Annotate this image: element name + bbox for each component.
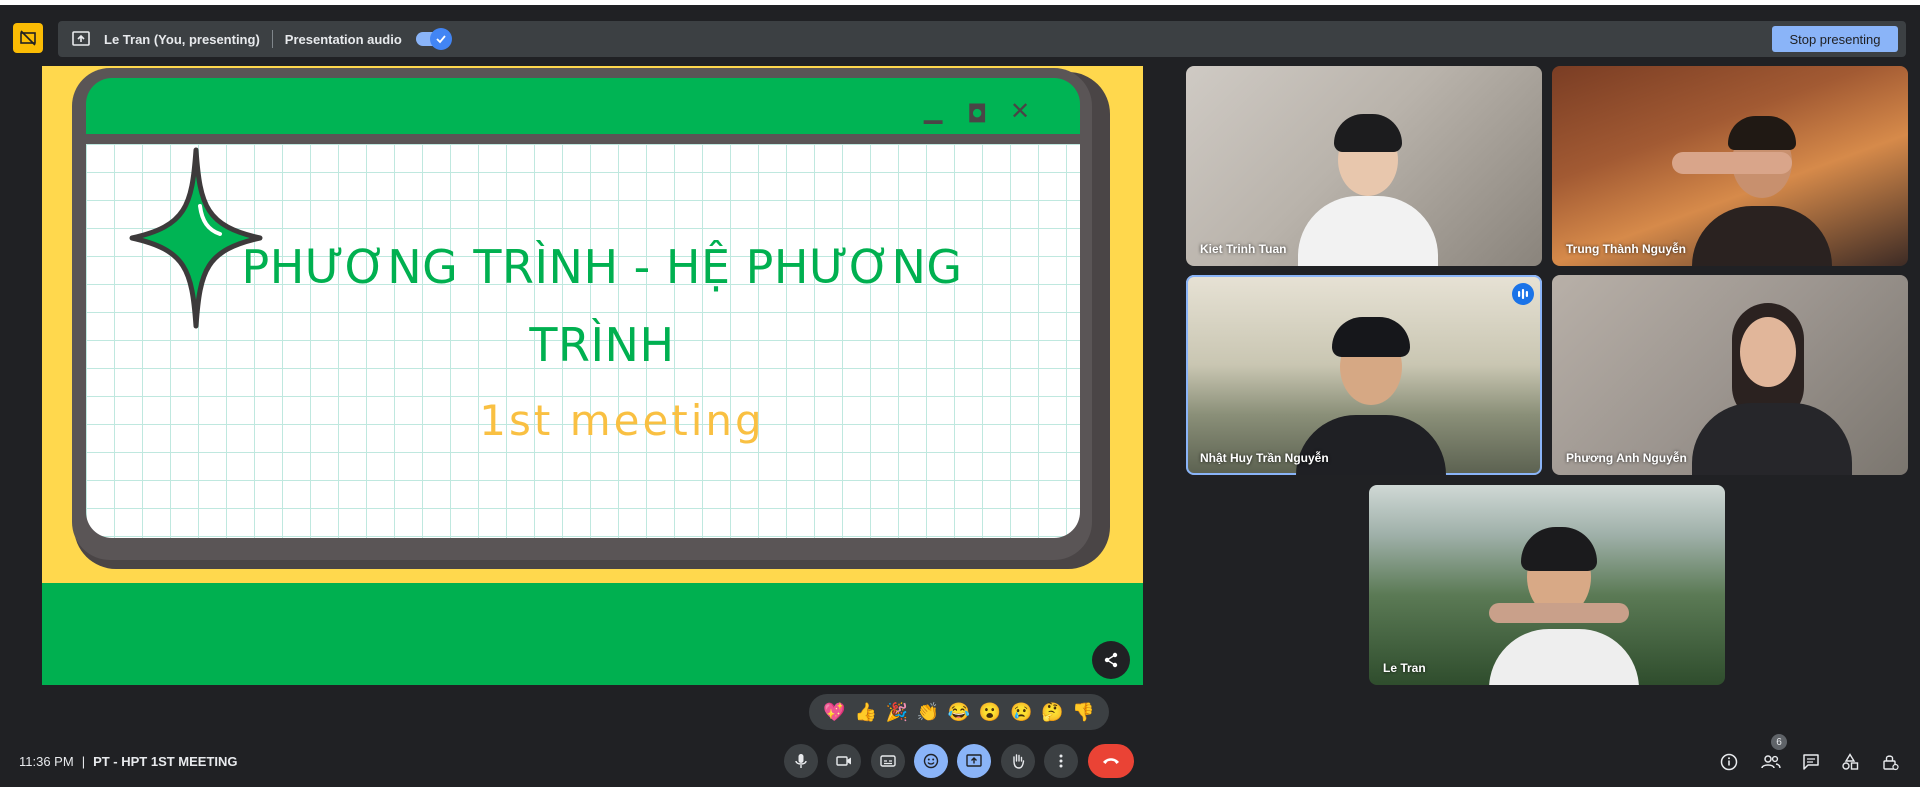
participant-name: Trung Thành Nguyễn <box>1566 242 1686 256</box>
presentation-audio-label: Presentation audio <box>284 31 402 47</box>
present-icon <box>966 754 982 767</box>
divider <box>271 30 273 48</box>
present-screen-icon <box>70 28 92 50</box>
presenting-info-panel: Le Tran (You, presenting) Presentation a… <box>58 21 1906 57</box>
stop-presenting-button[interactable]: Stop presenting <box>1772 26 1898 52</box>
participant-name: Le Tran <box>1383 661 1426 675</box>
participant-video <box>1479 521 1639 685</box>
mic-button[interactable] <box>784 744 818 778</box>
info-icon[interactable] <box>1717 750 1741 774</box>
presenting-bar: Le Tran (You, presenting) Presentation a… <box>0 5 1920 63</box>
participant-count-badge: 6 <box>1771 734 1787 750</box>
maximize-icon: ◘ <box>967 100 988 128</box>
captions-icon <box>880 755 896 767</box>
participant-video <box>1682 293 1852 475</box>
presentation-off-icon[interactable] <box>13 23 43 53</box>
slide-title: PHƯƠNG TRÌNH - HỆ PHƯƠNG TRÌNH <box>232 228 972 384</box>
reaction-thumbs-down[interactable]: 👎 <box>1070 702 1096 723</box>
people-icon[interactable] <box>1759 750 1783 774</box>
more-options-button[interactable] <box>1044 744 1078 778</box>
participant-tile[interactable]: Trung Thành Nguyễn <box>1552 66 1908 266</box>
chat-icon[interactable] <box>1799 750 1823 774</box>
host-controls-icon[interactable] <box>1878 750 1902 774</box>
reaction-clap[interactable]: 👏 <box>915 702 941 723</box>
emoji-button[interactable] <box>914 744 948 778</box>
presentation-audio-toggle[interactable] <box>415 28 452 50</box>
slide-title-line1: PHƯƠNG TRÌNH - HỆ PHƯƠNG <box>241 240 963 294</box>
reaction-party[interactable]: 🎉 <box>884 702 910 723</box>
participant-tile[interactable]: Phương Anh Nguyễn <box>1552 275 1908 475</box>
check-icon <box>429 28 452 50</box>
meeting-time: 11:36 PM <box>19 754 74 769</box>
participant-tile-active[interactable]: Nhật Huy Trần Nguyễn <box>1186 275 1542 475</box>
share-button[interactable] <box>1092 641 1130 679</box>
reaction-surprised[interactable]: 😮 <box>977 702 1003 723</box>
reaction-laugh[interactable]: 😂 <box>946 702 972 723</box>
participant-tile[interactable]: Kiet Trinh Tuan <box>1186 66 1542 266</box>
meeting-info: 11:36 PM | PT - HPT 1ST MEETING <box>19 754 238 769</box>
slide-subtitle: 1st meeting <box>479 396 765 445</box>
reaction-heart[interactable]: 💖 <box>822 702 848 723</box>
divider: | <box>81 754 86 769</box>
camera-button[interactable] <box>827 744 861 778</box>
slide-title-line2: TRÌNH <box>529 318 675 372</box>
participant-video <box>1298 96 1438 266</box>
meeting-title: PT - HPT 1ST MEETING <box>93 754 238 769</box>
captions-button[interactable] <box>871 744 905 778</box>
present-button[interactable] <box>957 744 991 778</box>
camera-icon <box>836 756 851 766</box>
close-icon: ✕ <box>1010 97 1031 125</box>
emoji-icon <box>923 753 939 769</box>
participant-name: Phương Anh Nguyễn <box>1566 451 1687 465</box>
reaction-thinking[interactable]: 🤔 <box>1039 702 1065 723</box>
reaction-thumbs-up[interactable]: 👍 <box>853 702 879 723</box>
participant-name: Kiet Trinh Tuan <box>1200 242 1287 256</box>
reaction-sad[interactable]: 😢 <box>1008 702 1034 723</box>
end-call-button[interactable] <box>1088 744 1134 778</box>
raise-hand-button[interactable] <box>1001 744 1035 778</box>
raise-hand-icon <box>1013 754 1025 769</box>
minimize-icon: ▁ <box>924 96 943 124</box>
share-icon <box>1104 652 1118 668</box>
activities-icon[interactable] <box>1838 750 1862 774</box>
participant-name: Nhật Huy Trần Nguyễn <box>1200 451 1329 465</box>
end-call-icon <box>1103 758 1119 764</box>
presenter-name: Le Tran (You, presenting) <box>104 31 260 47</box>
participant-video <box>1672 106 1832 266</box>
slide-bottom-band <box>42 583 1143 685</box>
participant-tile[interactable]: Le Tran <box>1369 485 1725 685</box>
reactions-bar: 💖 👍 🎉 👏 😂 😮 😢 🤔 👎 <box>809 694 1109 730</box>
mic-icon <box>795 754 807 768</box>
more-options-icon <box>1059 754 1063 768</box>
speaking-indicator-icon <box>1512 283 1534 305</box>
presentation-slide: ▁ ◘ ✕ PHƯƠNG TRÌNH - HỆ PHƯƠNG TRÌNH 1st… <box>42 66 1143 685</box>
